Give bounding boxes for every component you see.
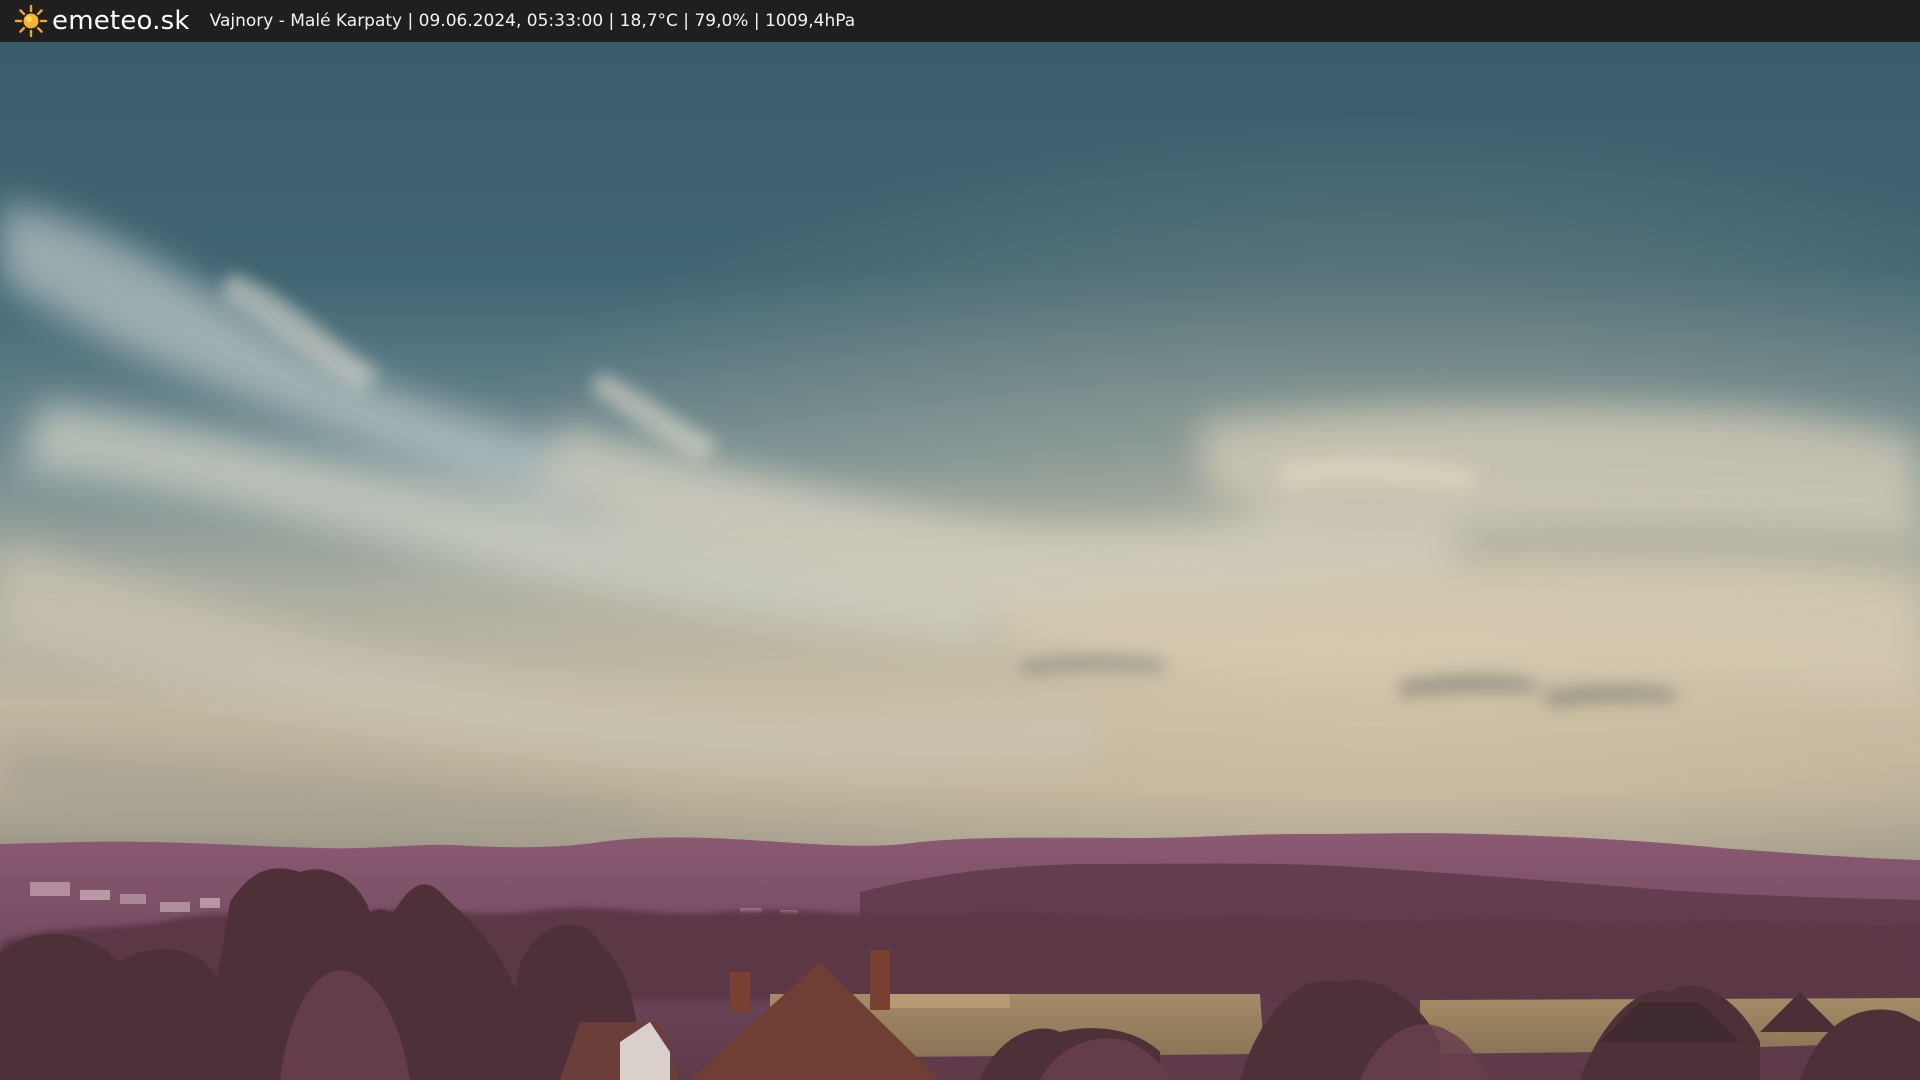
top-bar: emeteo.sk Vajnory - Malé Karpaty | 09.06… [0,0,1920,42]
brand-name: emeteo.sk [52,6,190,36]
webcam-page: emeteo.sk Vajnory - Malé Karpaty | 09.06… [0,0,1920,1080]
station-info: Vajnory - Malé Karpaty | 09.06.2024, 05:… [209,11,856,31]
sun-icon [14,4,48,38]
webcam-image [0,42,1920,1080]
brand-logo[interactable]: emeteo.sk [14,4,190,38]
